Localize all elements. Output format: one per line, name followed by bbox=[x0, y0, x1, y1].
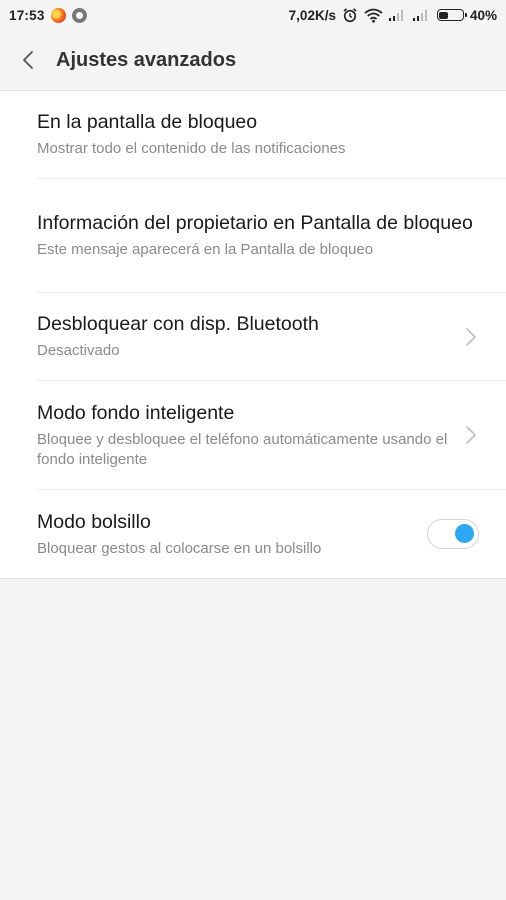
settings-list: En la pantalla de bloqueo Mostrar todo e… bbox=[0, 91, 506, 579]
header: Ajustes avanzados bbox=[0, 30, 506, 91]
setting-subtitle: Desactivado bbox=[37, 342, 120, 359]
setting-owner-info[interactable]: Información del propietario en Pantalla … bbox=[0, 179, 506, 293]
setting-title: Desbloquear con disp. Bluetooth bbox=[37, 313, 319, 335]
wifi-icon bbox=[364, 8, 383, 23]
setting-title: Información del propietario en Pantalla … bbox=[37, 212, 473, 234]
battery-percent: 40% bbox=[469, 7, 497, 23]
battery-icon bbox=[436, 9, 467, 21]
whatsapp-icon bbox=[71, 7, 87, 23]
chevron-right-icon bbox=[466, 426, 476, 444]
chevron-right-icon bbox=[466, 327, 476, 346]
status-bar-right: 7,02K/s 40% bbox=[289, 7, 497, 23]
setting-subtitle: Este mensaje aparecerá en la Pantalla de… bbox=[37, 241, 374, 258]
status-bar-left: 17:53 bbox=[9, 7, 87, 23]
setting-pocket-mode[interactable]: Modo bolsillo Bloquear gestos al colocar… bbox=[0, 490, 506, 578]
pocket-mode-toggle[interactable] bbox=[427, 519, 479, 549]
signal-icon bbox=[388, 9, 407, 21]
status-bar: 17:53 7,02K/s 40% bbox=[0, 0, 506, 30]
setting-smart-background[interactable]: Modo fondo inteligente Bloquee y desbloq… bbox=[0, 381, 506, 490]
setting-subtitle: Bloquee y desbloquee el teléfono automát… bbox=[37, 430, 448, 468]
setting-title: Modo fondo inteligente bbox=[37, 401, 235, 424]
firefox-icon bbox=[50, 7, 66, 23]
setting-subtitle: Bloquear gestos al colocarse en un bolsi… bbox=[37, 539, 322, 557]
setting-lock-screen[interactable]: En la pantalla de bloqueo Mostrar todo e… bbox=[0, 91, 506, 179]
setting-bluetooth-unlock[interactable]: Desbloquear con disp. Bluetooth Desactiv… bbox=[0, 293, 506, 381]
chevron-left-icon bbox=[23, 51, 33, 69]
page-title: Ajustes avanzados bbox=[56, 48, 237, 71]
setting-title: En la pantalla de bloqueo bbox=[37, 111, 258, 133]
status-time: 17:53 bbox=[9, 7, 45, 23]
setting-subtitle: Mostrar todo el contenido de las notific… bbox=[37, 140, 346, 157]
toggle-knob bbox=[455, 524, 474, 543]
setting-title: Modo bolsillo bbox=[37, 510, 151, 533]
network-speed: 7,02K/s bbox=[288, 7, 336, 23]
signal-icon bbox=[412, 9, 431, 21]
back-button[interactable] bbox=[0, 30, 56, 91]
alarm-icon bbox=[343, 8, 357, 23]
